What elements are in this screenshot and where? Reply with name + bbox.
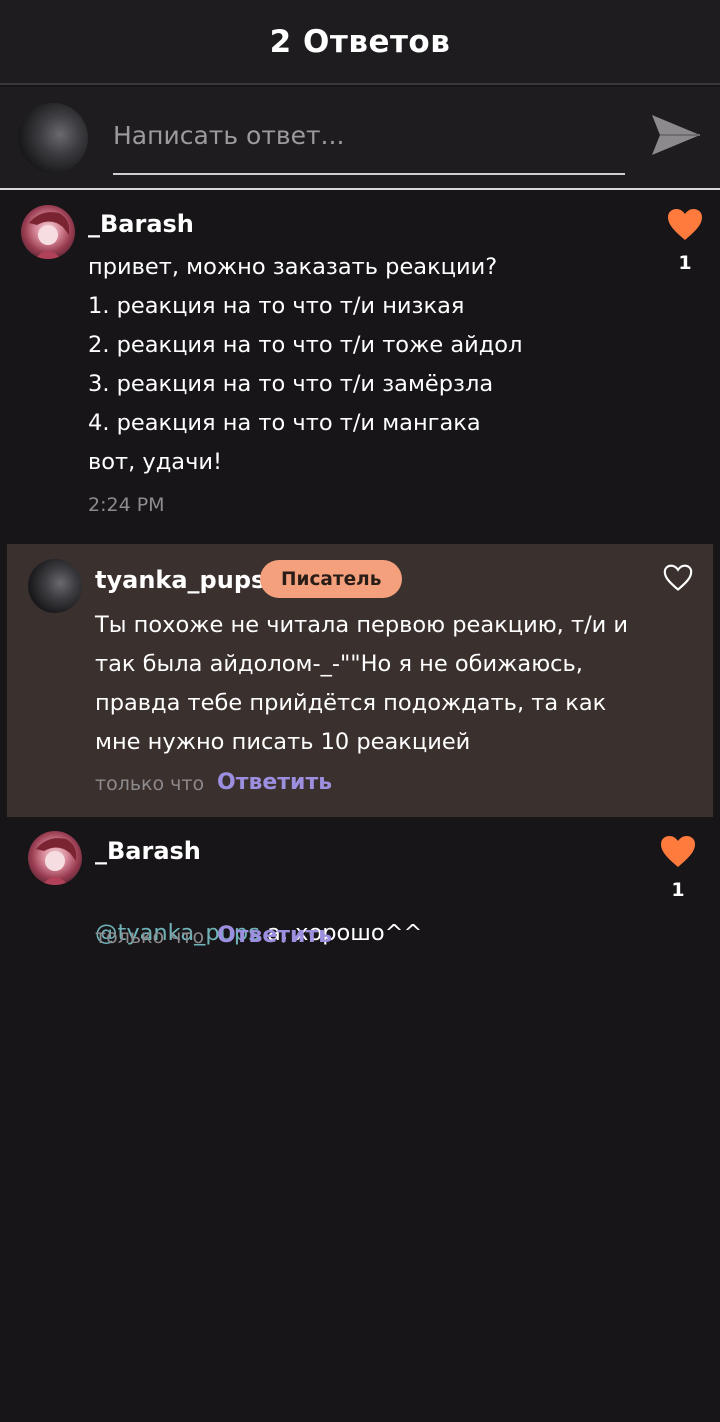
- avatar[interactable]: [28, 559, 82, 613]
- heart-icon[interactable]: [660, 835, 696, 869]
- avatar[interactable]: [21, 205, 75, 259]
- current-user-avatar: [18, 103, 88, 173]
- like-count: 1: [671, 879, 685, 901]
- reply-button[interactable]: Ответить: [217, 770, 332, 795]
- like-count: 1: [678, 252, 692, 274]
- writer-badge: Писатель: [260, 560, 403, 598]
- reply-input[interactable]: [113, 109, 625, 175]
- comment: _Barash привет, можно заказать реакции? …: [0, 190, 720, 540]
- comment-time: только что: [95, 773, 205, 795]
- reply-button[interactable]: Ответить: [217, 923, 332, 948]
- avatar[interactable]: [28, 831, 82, 885]
- comment-text: Ты похоже не читала первою реакцию, т/и …: [95, 612, 629, 755]
- comment-username[interactable]: tyanka_pups: [95, 566, 265, 594]
- comment-username[interactable]: _Barash: [88, 210, 194, 238]
- comment-username[interactable]: _Barash: [95, 837, 201, 865]
- heart-icon[interactable]: [667, 208, 703, 242]
- comment: _Barash @tyanka_pups а, хорошо^^ только …: [0, 817, 720, 967]
- comment-time: только что: [95, 926, 205, 948]
- page-title: 2 Ответов: [269, 23, 451, 60]
- send-icon[interactable]: [648, 109, 704, 165]
- comment-highlighted: tyanka_pups Писатель Ты похоже не читала…: [7, 544, 713, 817]
- reply-bar: [0, 87, 720, 190]
- comment-text: привет, можно заказать реакции? 1. реакц…: [88, 254, 523, 475]
- comment-time: 2:24 PM: [88, 494, 165, 516]
- heart-outline-icon[interactable]: [663, 564, 693, 592]
- header: 2 Ответов: [0, 0, 720, 85]
